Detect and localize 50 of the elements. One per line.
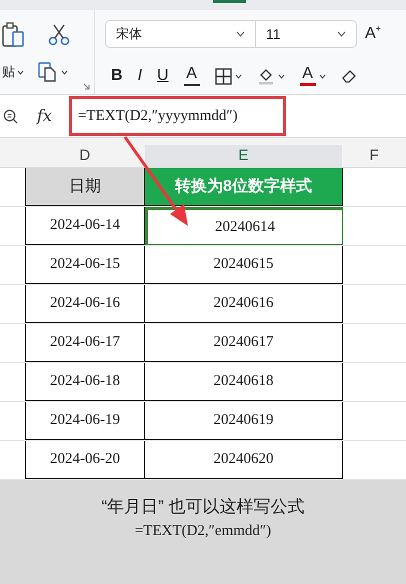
number-cell[interactable]: 20240617: [145, 324, 343, 362]
number-cell[interactable]: 20240619: [145, 402, 343, 440]
caret-icon: [337, 31, 346, 37]
caret-icon: [61, 70, 68, 74]
number-cell[interactable]: 20240616: [145, 285, 343, 323]
date-cell: 2024-06-14: [25, 207, 145, 245]
column-header[interactable]: F: [342, 145, 406, 167]
grow-font-button[interactable]: A⁺: [365, 22, 381, 46]
date-cell: 2024-06-20: [25, 441, 145, 479]
grid-icon: [214, 68, 232, 84]
scissors-icon[interactable]: [48, 24, 70, 46]
caption-text: =TEXT(D2,″emmdd″): [134, 522, 272, 540]
caret-icon: [236, 31, 245, 37]
date-cell: 2024-06-19: [25, 402, 145, 440]
fill-color-button[interactable]: [256, 67, 285, 85]
dialog-launcher-icon[interactable]: [83, 83, 90, 90]
number-cell[interactable]: 20240618: [145, 363, 343, 401]
font-name-dropdown[interactable]: 宋体: [106, 21, 256, 47]
number-cell[interactable]: 20240620: [145, 441, 343, 479]
font-size-dropdown[interactable]: 11: [256, 21, 356, 47]
bold-button[interactable]: B: [111, 64, 123, 88]
date-cell: 2024-06-15: [25, 246, 145, 284]
eraser-icon: [340, 68, 357, 84]
column-header[interactable]: E: [144, 145, 342, 167]
clear-format-button[interactable]: [340, 68, 357, 84]
caret-icon: [234, 74, 242, 78]
caret-icon: [318, 74, 326, 78]
copy-button[interactable]: [38, 62, 68, 82]
underline-button[interactable]: U: [157, 64, 169, 88]
caret-icon: [278, 74, 285, 78]
formula-field[interactable]: =TEXT(D2,″yyyymmdd″): [68, 96, 286, 136]
copy-icon: [38, 62, 58, 82]
borders-button[interactable]: [214, 68, 242, 84]
italic-button[interactable]: I: [138, 64, 142, 88]
paste-button[interactable]: 贴: [2, 62, 24, 82]
font-color-button[interactable]: A: [300, 66, 326, 86]
zoom-icon[interactable]: [3, 108, 18, 124]
column-header[interactable]: D: [24, 145, 145, 167]
number-cell[interactable]: 20240615: [145, 246, 343, 284]
caption-text: “年月日” 也可以这样写公式: [101, 496, 305, 518]
function-icon[interactable]: fx: [37, 104, 52, 128]
date-cell: 2024-06-16: [25, 285, 145, 323]
paint-bucket-icon: [256, 67, 275, 85]
strikethrough-button[interactable]: A: [184, 66, 200, 86]
clipboard-icon[interactable]: [2, 22, 26, 48]
header-cell: 转换为8位数字样式: [145, 168, 343, 206]
date-cell: 2024-06-17: [25, 324, 145, 362]
header-cell: 日期: [25, 168, 145, 206]
date-cell: 2024-06-18: [25, 363, 145, 401]
caret-icon: [17, 70, 24, 74]
